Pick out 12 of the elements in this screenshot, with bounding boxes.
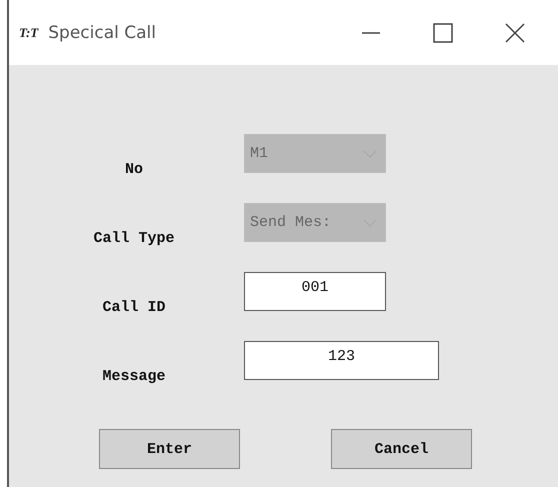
field-label: Message xyxy=(102,368,166,385)
app-logo: T:T xyxy=(19,24,38,40)
input-field[interactable]: 001 xyxy=(244,272,386,311)
field-label: No xyxy=(124,161,143,178)
close-icon[interactable] xyxy=(504,22,526,44)
enter-button[interactable]: Enter xyxy=(99,429,240,469)
cancel-button[interactable]: Cancel xyxy=(331,429,472,469)
input-field[interactable]: 123 xyxy=(244,341,439,380)
field-label: Call Type xyxy=(93,230,174,247)
field-label: Call ID xyxy=(102,299,166,316)
maximize-icon[interactable] xyxy=(432,22,454,44)
window-title: Specical Call xyxy=(48,22,156,42)
